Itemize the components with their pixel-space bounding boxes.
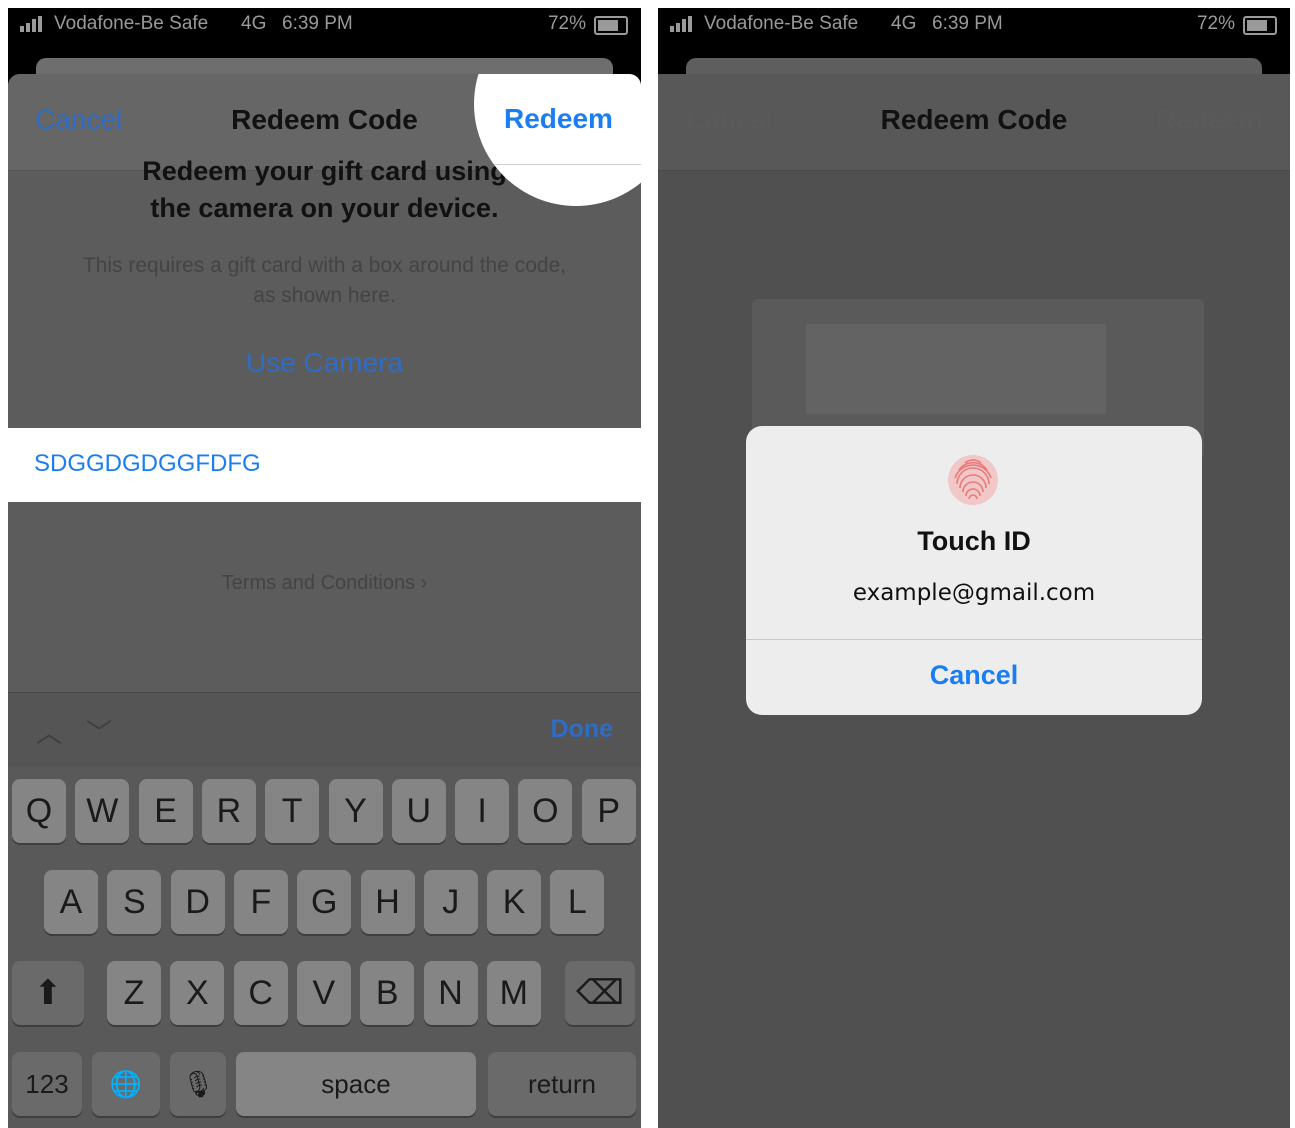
field-nav-arrows: ︿﹀	[36, 713, 136, 750]
backspace-key[interactable]: ⌫	[565, 961, 635, 1025]
key-d[interactable]: D	[170, 870, 225, 934]
nav-bar: Cancel Redeem Code Redeem	[658, 74, 1290, 171]
alert-message: example@gmail.com	[852, 580, 1096, 606]
battery-percent: 72%	[547, 13, 586, 34]
key-p[interactable]: P	[581, 779, 636, 843]
space-key[interactable]: space	[236, 1052, 476, 1116]
key-c[interactable]: C	[233, 961, 288, 1025]
alert-cancel-button[interactable]: Cancel	[746, 660, 1202, 691]
key-q[interactable]: Q	[12, 779, 66, 843]
microphone-icon[interactable]: 🎙	[170, 1052, 226, 1116]
time-label: 6:39 PM	[282, 13, 353, 34]
key-o[interactable]: O	[518, 779, 573, 843]
time-label: 6:39 PM	[932, 13, 1003, 34]
redeem-button[interactable]: Redeem	[504, 103, 613, 135]
use-camera-button[interactable]: Use Camera	[8, 347, 641, 379]
key-z[interactable]: Z	[107, 961, 161, 1025]
previous-field-icon[interactable]: ︿	[36, 718, 86, 748]
battery-icon	[594, 16, 628, 35]
redeem-button: Redeem	[1156, 104, 1262, 135]
key-u[interactable]: U	[391, 779, 446, 843]
key-g[interactable]: G	[297, 870, 352, 934]
key-w[interactable]: W	[75, 779, 130, 843]
key-v[interactable]: V	[296, 961, 351, 1025]
touch-id-alert: Touch ID example@gmail.com Cancel	[746, 426, 1202, 715]
subtext: This requires a gift card with a box aro…	[8, 251, 641, 311]
numbers-key[interactable]: 123	[12, 1052, 82, 1116]
next-field-icon[interactable]: ﹀	[86, 718, 136, 748]
battery-percent: 72%	[1196, 13, 1235, 34]
divider	[474, 164, 641, 165]
key-l[interactable]: L	[550, 870, 605, 934]
keyboard-toolbar: ︿﹀ Done	[8, 692, 641, 767]
key-a[interactable]: A	[44, 870, 98, 934]
key-m[interactable]: M	[486, 961, 541, 1025]
key-r[interactable]: R	[201, 779, 256, 843]
key-f[interactable]: F	[233, 870, 288, 934]
code-input[interactable]: SDGGDGDGGFDFG	[8, 428, 641, 502]
terms-link[interactable]: Terms and Conditions ›	[8, 572, 641, 595]
globe-icon[interactable]: 🌐	[92, 1052, 160, 1116]
done-button[interactable]: Done	[551, 715, 614, 744]
key-y[interactable]: Y	[328, 779, 383, 843]
key-b[interactable]: B	[360, 961, 415, 1025]
key-x[interactable]: X	[170, 961, 225, 1025]
key-h[interactable]: H	[360, 870, 415, 934]
keyboard: Q W E R T Y U I O P A S D F G H J K L ⬆ Z X C V B N M ⌫ 123 🌐 🎙 space re…	[8, 767, 641, 1128]
status-bar: Vodafone-Be Safe 4G 6:39 PM 72%	[658, 8, 1290, 42]
status-bar: Vodafone-Be Safe 4G 6:39 PM 72%	[8, 8, 641, 42]
key-j[interactable]: J	[423, 870, 478, 934]
redeem-sheet: Cancel Redeem Code Redeem your gift card…	[8, 74, 641, 1128]
fingerprint-icon	[948, 455, 998, 505]
key-i[interactable]: I	[455, 779, 510, 843]
subtext-line-1: This requires a gift card with a box aro…	[82, 254, 567, 277]
carrier-label: Vodafone-Be Safe	[704, 13, 859, 34]
network-label: 4G	[241, 13, 267, 34]
left-screen: Vodafone-Be Safe 4G 6:39 PM 72% Cancel R…	[8, 8, 641, 1128]
subtext-line-2: as shown here.	[253, 284, 396, 307]
shift-key[interactable]: ⬆	[12, 961, 84, 1025]
network-label: 4G	[891, 13, 917, 34]
key-t[interactable]: T	[265, 779, 320, 843]
alert-divider	[746, 639, 1202, 640]
return-key[interactable]: return	[488, 1052, 636, 1116]
key-k[interactable]: K	[487, 870, 542, 934]
key-e[interactable]: E	[138, 779, 193, 843]
key-s[interactable]: S	[107, 870, 162, 934]
code-value: SDGGDGDGGFDFG	[34, 450, 261, 477]
carrier-label: Vodafone-Be Safe	[54, 13, 209, 34]
alert-title: Touch ID	[917, 526, 1031, 556]
battery-icon	[1243, 16, 1277, 35]
gift-card-code-box	[806, 324, 1106, 414]
key-n[interactable]: N	[423, 961, 478, 1025]
right-screen: Vodafone-Be Safe 4G 6:39 PM 72% Cancel R…	[658, 8, 1290, 1128]
